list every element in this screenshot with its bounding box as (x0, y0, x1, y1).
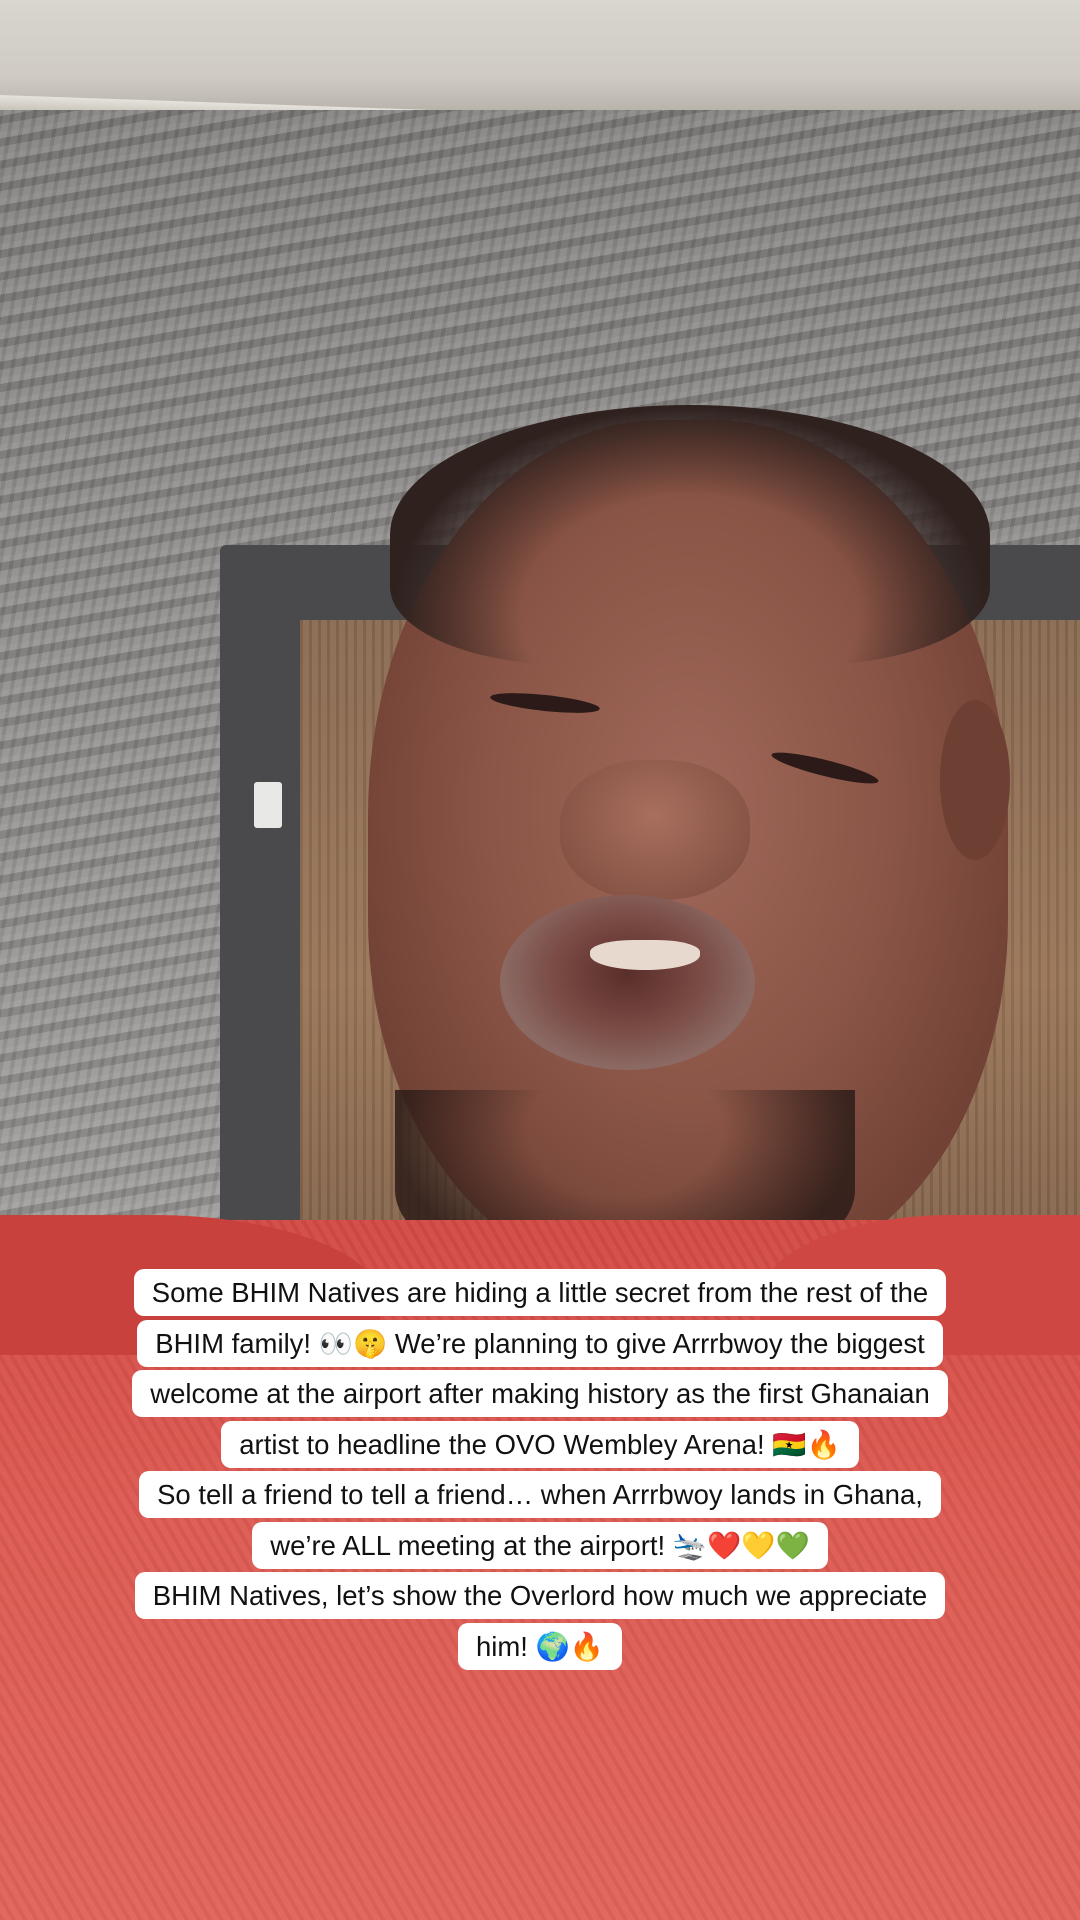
caption-text: we’re ALL meeting at the airport! 🛬❤️💛💚 (252, 1521, 828, 1569)
caption-line: BHIM Natives, let’s show the Overlord ho… (40, 1571, 1040, 1622)
light-switch (254, 782, 282, 828)
caption-text: Some BHIM Natives are hiding a little se… (133, 1269, 947, 1316)
caption-line: BHIM family! 👀🤫 We’re planning to give A… (40, 1319, 1040, 1370)
caption-text: BHIM family! 👀🤫 We’re planning to give A… (137, 1319, 943, 1367)
ceiling (0, 0, 1080, 110)
ear (940, 700, 1010, 860)
caption-text: artist to headline the OVO Wembley Arena… (221, 1420, 859, 1468)
caption-text: BHIM Natives, let’s show the Overlord ho… (134, 1572, 946, 1619)
caption-text: welcome at the airport after making hist… (132, 1370, 948, 1417)
teeth (590, 940, 700, 970)
caption-line: So tell a friend to tell a friend… when … (40, 1470, 1040, 1521)
nose (560, 760, 750, 900)
caption-line: welcome at the airport after making hist… (40, 1369, 1040, 1420)
caption-line: we’re ALL meeting at the airport! 🛬❤️💛💚 (40, 1521, 1040, 1572)
caption-line: artist to headline the OVO Wembley Arena… (40, 1420, 1040, 1471)
caption-line: Some BHIM Natives are hiding a little se… (40, 1268, 1040, 1319)
video-frame[interactable]: Some BHIM Natives are hiding a little se… (0, 0, 1080, 1920)
caption-line: him! 🌍🔥 (40, 1622, 1040, 1673)
hair (390, 405, 990, 665)
caption-overlay: Some BHIM Natives are hiding a little se… (40, 1268, 1040, 1672)
caption-text: So tell a friend to tell a friend… when … (139, 1471, 941, 1518)
mouth (500, 895, 755, 1070)
caption-text: him! 🌍🔥 (457, 1622, 623, 1670)
